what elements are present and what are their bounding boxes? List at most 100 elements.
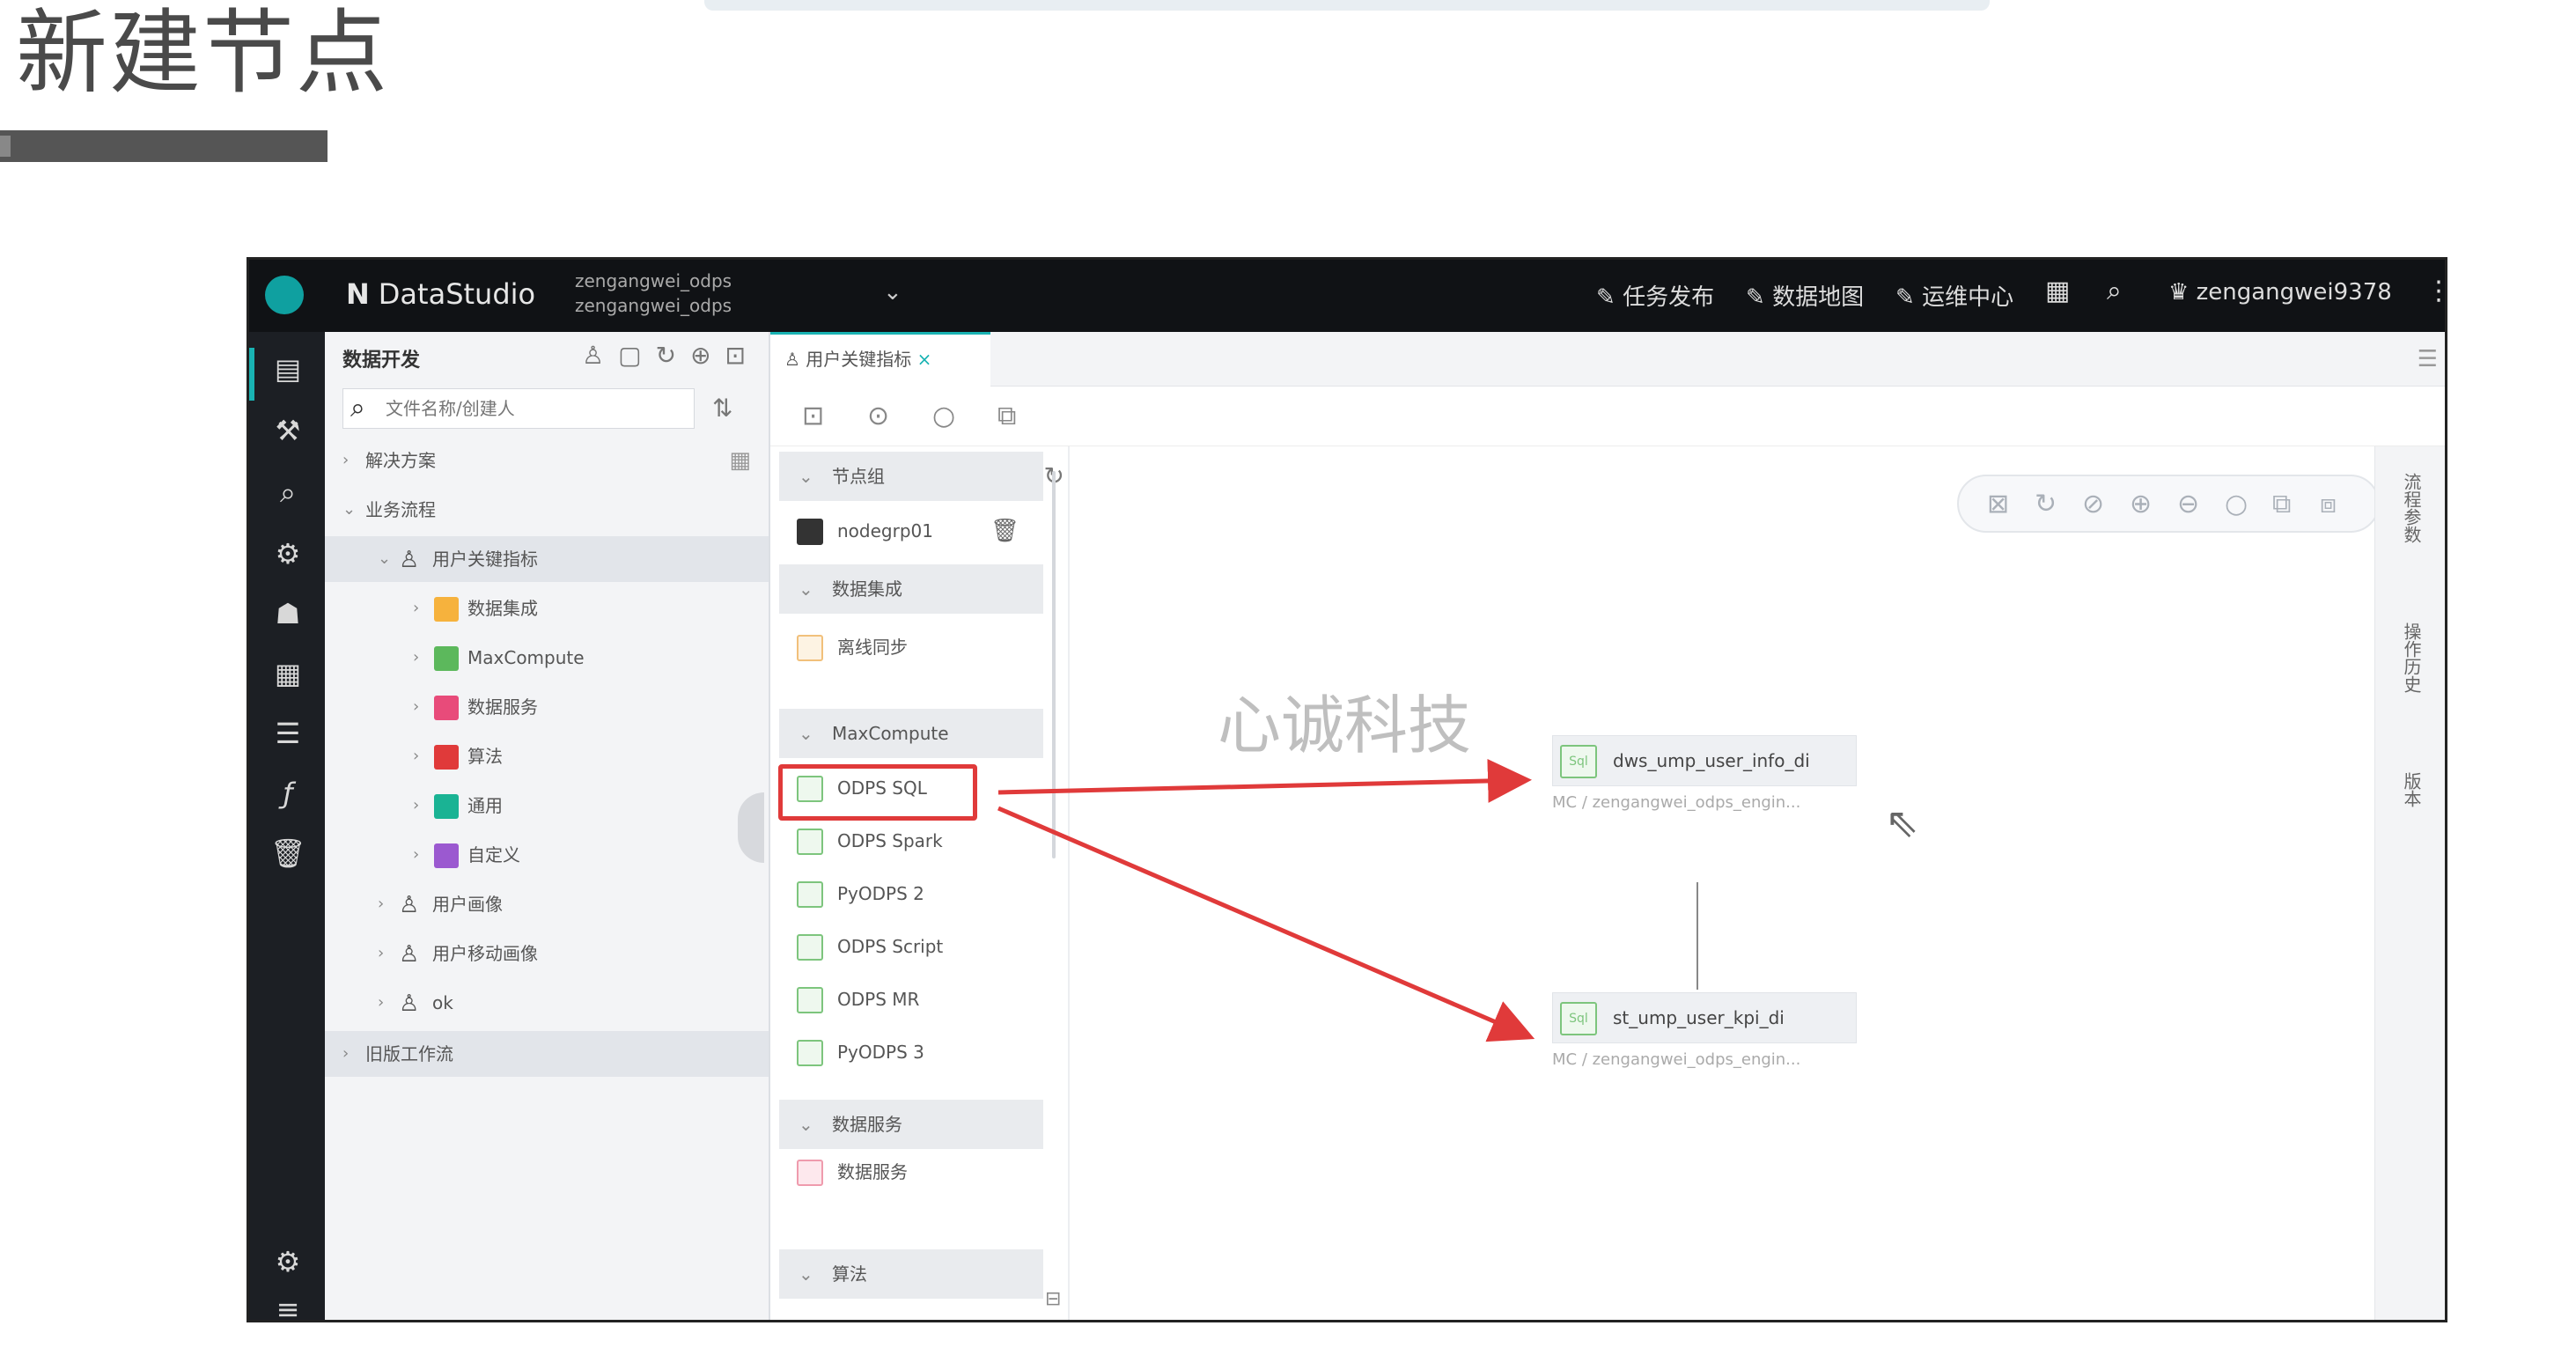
tree-item-label: 数据服务 [467,696,538,718]
palette-node[interactable]: 离线同步 [797,628,908,667]
recycle-icon[interactable]: 🗑 [270,836,306,871]
zoom-in-icon[interactable]: ⊕ [2130,489,2152,519]
ops-icon[interactable]: ☗ [270,596,305,631]
chevron-right-icon[interactable]: › [413,832,419,878]
canvas-node[interactable]: Sql st_ump_user_kpi_di [1552,992,1857,1043]
filter-icon[interactable]: ⇅ [712,394,732,423]
tree-item[interactable]: ⌄ 业务流程 [325,487,769,533]
search-icon[interactable]: ⌕ [2107,276,2122,306]
chevron-right-icon[interactable]: › [413,684,419,730]
fullscreen-icon[interactable]: ⧉ [2272,489,2291,519]
more-vertical-icon[interactable]: ⋮ [2425,276,2445,306]
function-icon[interactable]: ƒ [270,776,305,811]
chevron-right-icon[interactable]: › [413,733,419,779]
palette-node[interactable]: PyODPS 2 [797,874,924,913]
palette-node-label: PyODPS 3 [837,1042,924,1063]
dock-icon[interactable]: ⊟ [1045,1288,1061,1310]
auto-layout-icon[interactable]: ⊘ [2082,489,2104,519]
user-menu[interactable]: ♛ zengangwei9378 [2168,279,2392,306]
palette-group-header[interactable]: ⌄ MaxCompute [779,709,1043,758]
chevron-right-icon[interactable]: › [378,980,384,1026]
menu-icon[interactable]: ☰ [2418,346,2438,372]
delete-icon[interactable]: 🗑 [990,512,1019,550]
tree-item[interactable]: › ♙ ok [325,980,769,1026]
folder-icon [434,843,459,868]
tab-user-kpi[interactable]: ♙ 用户关键指标 × [770,332,990,387]
tree-item[interactable]: › 自定义 [325,832,769,878]
data-dev-icon[interactable]: ▤ [270,351,305,387]
run-icon[interactable]: ⊙ [867,401,889,431]
tree-item[interactable]: › 算法 [325,733,769,779]
workflow-canvas[interactable] [1071,446,2374,1320]
manual-icon[interactable]: ⚒ [270,413,305,448]
chevron-right-icon[interactable]: › [413,783,419,829]
tree-item[interactable]: › 通用 [325,783,769,829]
zoom-out-icon[interactable]: ⊖ [2177,489,2199,519]
refresh-icon[interactable]: ↻ [2035,489,2057,519]
locate-icon[interactable]: ⊕ [690,341,725,370]
nav-link-publish[interactable]: ✎ 任务发布 [1596,279,1714,312]
nav-link-ops-center[interactable]: ✎ 运维中心 [1895,279,2013,312]
palette-group-header[interactable]: ⌄ 数据服务 [779,1100,1043,1149]
top-navbar: N DataStudio zengangwei_odps zengangwei_o… [249,260,2445,332]
table-icon[interactable]: ▦ [270,656,305,691]
import-icon[interactable]: ⊡ [725,341,760,370]
workflow-icon: ♙ [399,991,420,1017]
panel-tab-version[interactable]: 版本 [2398,772,2425,807]
collapse-icon[interactable]: ≡ [270,1292,305,1320]
workspace-selector[interactable]: zengangwei_odps zengangwei_odps [575,269,732,318]
chevron-right-icon[interactable]: › [413,635,419,681]
search-icon[interactable]: ⌕ [270,475,305,510]
tree-item[interactable]: › 数据服务 [325,684,769,730]
palette-node[interactable]: nodegrp01 🗑 [797,512,1019,550]
stop-icon[interactable]: ○ [932,401,955,431]
chevron-right-icon[interactable]: › [413,586,419,631]
calendar-icon[interactable]: ▦ [2045,276,2070,306]
tree-item[interactable]: ⌄ ♙ 用户关键指标 [325,536,769,582]
settings-icon[interactable]: ⚙ [270,1244,305,1279]
palette-node[interactable]: ODPS Spark [797,821,943,860]
palette-scrollbar[interactable] [1052,471,1056,858]
panel-tab-history[interactable]: 操作历史 [2398,622,2425,693]
refresh-icon[interactable]: ↻ [656,341,690,370]
list-icon[interactable]: ☰ [270,716,305,751]
fit-icon[interactable]: ⊠ [1987,489,2009,519]
cloud-logo-icon[interactable] [265,276,304,314]
grid-view-icon[interactable]: ▦ [729,438,751,483]
chevron-right-icon[interactable]: › [378,931,384,976]
chevron-right-icon[interactable]: › [342,438,349,483]
component-icon[interactable]: ⚙ [270,536,305,571]
tree-item[interactable]: › 解决方案 ▦ [325,438,769,483]
palette-node[interactable]: PyODPS 3 [797,1033,924,1072]
tree-item[interactable]: › MaxCompute [325,635,769,681]
chevron-right-icon[interactable]: › [378,881,384,927]
palette-node[interactable]: 数据服务 [797,1153,908,1191]
chevron-down-icon[interactable]: ⌄ [883,279,902,306]
user-icon[interactable]: ♙ [582,341,618,370]
chevron-down-icon[interactable]: ⌄ [342,487,356,533]
submit-icon[interactable]: ⊡ [802,401,824,431]
copy-icon[interactable]: ⧉ [997,401,1016,431]
palette-node-label: nodegrp01 [837,520,933,541]
tree-item[interactable]: › 旧版工作流 [325,1031,769,1077]
palette-group-header[interactable]: ⌄节点组↻ [779,452,1064,501]
close-icon[interactable]: × [917,349,932,370]
canvas-node[interactable]: Sql dws_ump_user_info_di [1552,735,1857,786]
search-box: ⌕ [342,388,695,429]
chevron-down-icon[interactable]: ⌄ [378,536,391,582]
palette-group-header[interactable]: ⌄ 算法 [779,1249,1043,1299]
tree-item[interactable]: › ♙ 用户移动画像 [325,931,769,976]
tree-item[interactable]: › ♙ 用户画像 [325,881,769,927]
search-input[interactable] [386,394,685,423]
format-icon[interactable]: ⧈ [2320,489,2337,519]
new-file-icon[interactable]: ▢ [618,341,655,370]
tree-item[interactable]: › 数据集成 [325,586,769,631]
chevron-right-icon[interactable]: › [342,1031,349,1077]
reset-icon[interactable]: ○ [2225,489,2248,519]
palette-node[interactable]: ODPS MR [797,980,919,1019]
chevron-down-icon: ⌄ [799,723,813,744]
palette-node[interactable]: ODPS Script [797,927,943,966]
nav-link-data-map[interactable]: ✎ 数据地图 [1746,279,1864,312]
panel-tab-flow-params[interactable]: 流程参数 [2398,473,2425,543]
palette-group-header[interactable]: ⌄ 数据集成 [779,564,1043,614]
